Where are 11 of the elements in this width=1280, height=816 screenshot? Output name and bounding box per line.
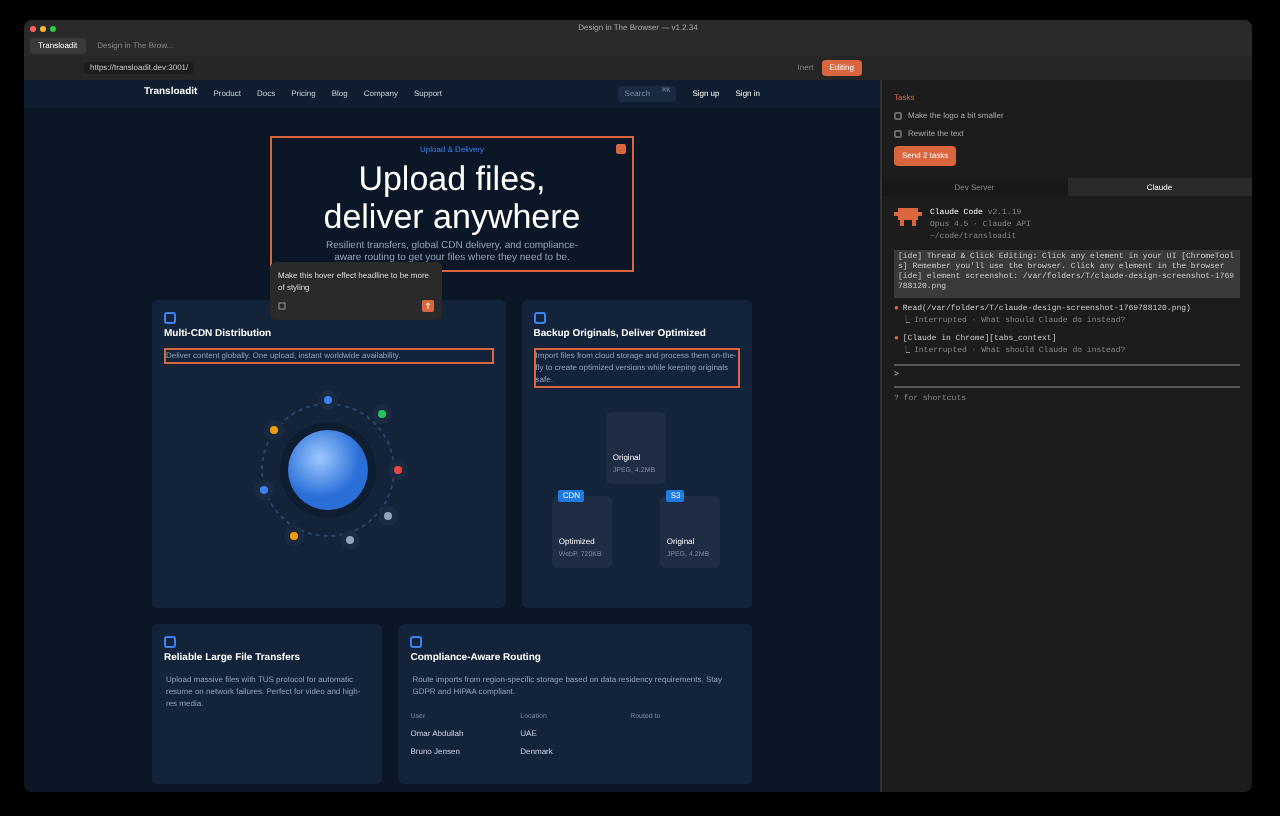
hero-title: Upload files, deliver anywhere: [323, 160, 581, 236]
task-checkbox[interactable]: [894, 130, 902, 138]
attach-icon[interactable]: [278, 302, 286, 310]
feature-icon: [164, 636, 176, 648]
feature-icon: [410, 636, 423, 648]
edit-marker[interactable]: [616, 144, 626, 154]
feature-icon: [533, 312, 546, 324]
send-icon[interactable]: [422, 300, 434, 312]
task-checkbox[interactable]: [894, 112, 902, 120]
mascot-icon: [894, 208, 922, 226]
feature-icon: [164, 312, 176, 324]
